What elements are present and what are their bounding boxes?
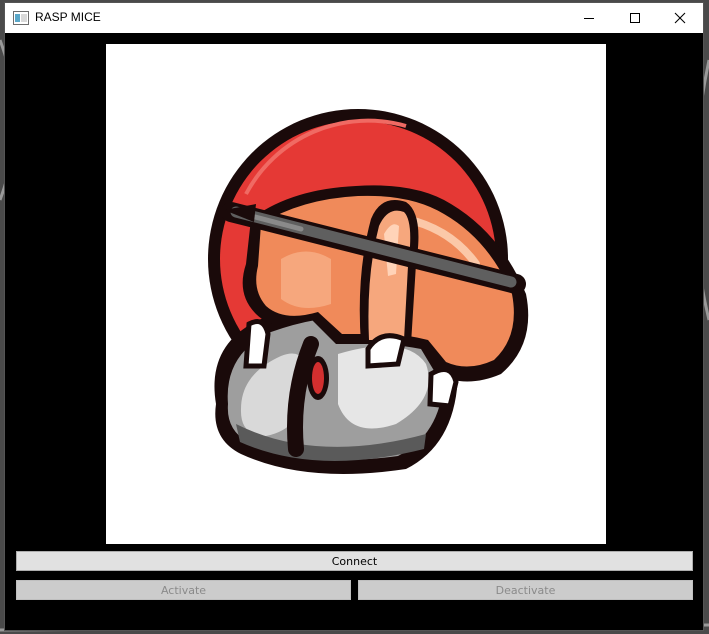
app-window: RASP MICE Connect Activate Deactivate bbox=[5, 3, 703, 630]
hand-mouse-logo-icon bbox=[208, 109, 529, 474]
connect-button[interactable]: Connect bbox=[16, 551, 693, 571]
maximize-button[interactable] bbox=[612, 3, 658, 33]
deactivate-button[interactable]: Deactivate bbox=[358, 580, 693, 600]
logo-image-panel bbox=[106, 44, 606, 544]
window-title: RASP MICE bbox=[35, 10, 101, 24]
activate-button[interactable]: Activate bbox=[16, 580, 351, 600]
minimize-button[interactable] bbox=[566, 3, 612, 33]
app-window-icon bbox=[13, 11, 29, 25]
close-button[interactable] bbox=[657, 3, 703, 33]
close-icon bbox=[674, 12, 686, 24]
minimize-icon bbox=[584, 18, 594, 19]
title-bar[interactable]: RASP MICE bbox=[5, 3, 703, 33]
maximize-icon bbox=[630, 13, 640, 23]
